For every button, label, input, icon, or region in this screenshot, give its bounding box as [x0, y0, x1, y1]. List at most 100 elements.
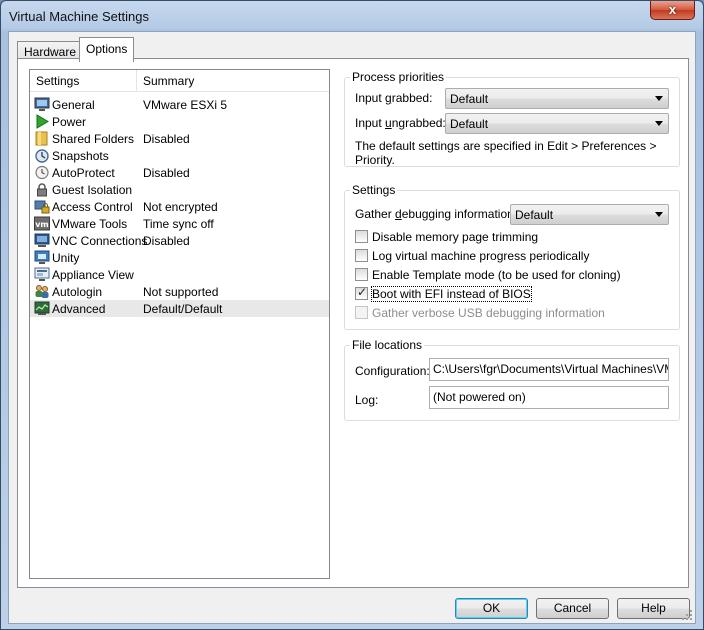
- clock-icon: [35, 165, 49, 180]
- list-item-summary: Not supported: [143, 285, 219, 299]
- list-item-power[interactable]: Power: [30, 113, 329, 130]
- chevron-down-icon: [655, 212, 663, 217]
- column-header-settings[interactable]: Settings: [36, 74, 79, 88]
- input-ungrabbed-label: Input ungrabbed:: [355, 116, 446, 130]
- dialog-client-area: Hardware Options Settings Summary Genera…: [8, 31, 696, 624]
- list-item-snapshots[interactable]: Snapshots: [30, 147, 329, 164]
- checkbox-label: Log virtual machine progress periodicall…: [372, 249, 590, 263]
- log-path-field[interactable]: (Not powered on): [429, 386, 669, 409]
- column-separator[interactable]: [136, 70, 137, 92]
- resize-grip-icon[interactable]: [681, 609, 693, 621]
- list-item-name: Appliance View: [52, 268, 134, 282]
- close-button[interactable]: x: [650, 1, 695, 20]
- chevron-down-icon: [655, 96, 663, 101]
- list-item-summary: Disabled: [143, 166, 190, 180]
- list-item-name: VMware Tools: [52, 217, 128, 231]
- list-item-autoprotect[interactable]: AutoProtect Disabled: [30, 164, 329, 181]
- vm-icon: vm: [34, 216, 50, 231]
- list-item-vmware-tools[interactable]: vm VMware Tools Time sync off: [30, 215, 329, 232]
- list-item-appliance-view[interactable]: Appliance View: [30, 266, 329, 283]
- checkbox-box[interactable]: [355, 230, 368, 243]
- list-item-summary: Time sync off: [143, 217, 214, 231]
- input-grabbed-value: Default: [450, 92, 489, 106]
- list-item-name: Power: [52, 115, 87, 129]
- access-control-icon: [34, 200, 50, 214]
- settings-rows: General VMware ESXi 5 Power Shared Folde…: [30, 96, 329, 317]
- priority-note-line1: The default settings are specified in Ed…: [355, 139, 657, 153]
- checkbox-label: Enable Template mode (to be used for clo…: [372, 268, 621, 282]
- lock-icon: [37, 183, 47, 197]
- appliance-icon: [34, 267, 50, 281]
- users-icon: [35, 285, 49, 298]
- advanced-icon: [34, 301, 50, 315]
- unity-icon: [34, 250, 50, 264]
- list-header: Settings Summary: [30, 70, 329, 92]
- list-item-access-control[interactable]: Access Control Not encrypted: [30, 198, 329, 215]
- list-item-summary: Default/Default: [143, 302, 223, 316]
- list-item-shared-folders[interactable]: Shared Folders Disabled: [30, 130, 329, 147]
- list-item-name: General: [52, 98, 95, 112]
- svg-text:vm: vm: [35, 220, 49, 229]
- list-item-name: Guest Isolation: [52, 183, 133, 197]
- file-locations-group: File locations Configuration: C:\Users\f…: [344, 338, 680, 421]
- list-item-summary: VMware ESXi 5: [143, 98, 228, 112]
- priority-note-line2: Priority.: [355, 153, 395, 167]
- close-icon: x: [668, 2, 677, 17]
- list-item-summary: Not encrypted: [143, 200, 218, 214]
- ok-button[interactable]: OK: [455, 598, 528, 619]
- input-ungrabbed-select[interactable]: Default: [445, 113, 669, 134]
- list-item-name: AutoProtect: [52, 166, 115, 180]
- list-item-unity[interactable]: Unity: [30, 249, 329, 266]
- checkbox-label: Boot with EFI instead of BIOS: [371, 286, 532, 302]
- debug-info-value: Default: [515, 208, 554, 222]
- input-grabbed-label: Input grabbed:: [355, 91, 433, 105]
- configuration-label: Configuration:: [355, 364, 430, 378]
- list-item-name: Shared Folders: [52, 132, 135, 146]
- column-header-summary[interactable]: Summary: [143, 74, 194, 88]
- list-item-vnc-connections[interactable]: VNC Connections Disabled: [30, 232, 329, 249]
- list-item-name: Advanced: [52, 302, 106, 316]
- checkbox-box[interactable]: [355, 268, 368, 281]
- title-bar[interactable]: Virtual Machine Settings x: [1, 1, 703, 31]
- help-button[interactable]: Help: [617, 598, 690, 619]
- list-item-autologin[interactable]: Autologin Not supported: [30, 283, 329, 300]
- input-ungrabbed-value: Default: [450, 117, 489, 131]
- snapshot-icon: [35, 149, 49, 163]
- list-item-name: Unity: [52, 251, 80, 265]
- checkbox-label: Disable memory page trimming: [372, 230, 539, 244]
- process-priorities-group: Process priorities Input grabbed: Defaul…: [344, 70, 680, 167]
- list-item-name: Autologin: [52, 285, 103, 299]
- list-item-general[interactable]: General VMware ESXi 5: [30, 96, 329, 113]
- list-item-name: Access Control: [52, 200, 133, 214]
- list-item-guest-isolation[interactable]: Guest Isolation: [30, 181, 329, 198]
- monitor-icon: [34, 97, 50, 111]
- group-title-settings: Settings: [350, 183, 398, 197]
- debug-info-select[interactable]: Default: [510, 204, 669, 225]
- configuration-path-field[interactable]: C:\Users\fgr\Documents\Virtual Machines\…: [429, 358, 669, 381]
- list-item-advanced[interactable]: Advanced Default/Default: [30, 300, 329, 317]
- folder-icon: [35, 131, 48, 146]
- settings-list[interactable]: Settings Summary General VMware ESXi 5 P…: [29, 69, 330, 579]
- list-item-summary: Disabled: [143, 234, 190, 248]
- checkbox-box: [355, 306, 368, 319]
- play-icon: [36, 114, 49, 129]
- debug-info-label: Gather debugging information:: [355, 207, 518, 221]
- log-label: Log:: [355, 393, 379, 407]
- settings-group: Settings Gather debugging information: D…: [344, 183, 680, 330]
- checkbox-box[interactable]: [355, 249, 368, 262]
- chevron-down-icon: [655, 121, 663, 126]
- group-title-process-priorities: Process priorities: [350, 70, 447, 84]
- window-title: Virtual Machine Settings: [9, 9, 149, 24]
- input-grabbed-select[interactable]: Default: [445, 88, 669, 109]
- cancel-button[interactable]: Cancel: [536, 598, 609, 619]
- checkbox-box[interactable]: [355, 285, 368, 300]
- vnc-icon: [34, 233, 50, 247]
- tab-options[interactable]: Options: [79, 37, 135, 62]
- dialog-window: Virtual Machine Settings x Hardware Opti…: [0, 0, 704, 630]
- checkbox-label: Gather verbose USB debugging information: [372, 306, 605, 320]
- list-item-name: Snapshots: [52, 149, 109, 163]
- list-item-name: VNC Connections: [52, 234, 148, 248]
- group-title-file-locations: File locations: [350, 338, 425, 352]
- list-item-summary: Disabled: [143, 132, 190, 146]
- options-tab-panel: Settings Summary General VMware ESXi 5 P…: [17, 58, 689, 588]
